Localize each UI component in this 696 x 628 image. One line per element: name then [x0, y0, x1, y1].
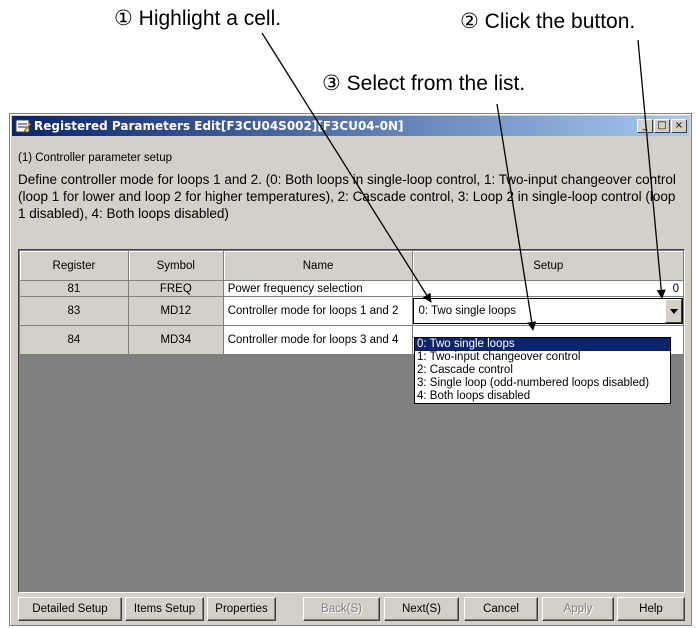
register-cell[interactable]: 83 [19, 296, 129, 326]
dropdown-button[interactable] [665, 299, 682, 323]
table-row[interactable]: 83 MD12 Controller mode for loops 1 and … [19, 296, 684, 326]
items-setup-button[interactable]: Items Setup [125, 597, 204, 621]
help-button[interactable]: Help [617, 597, 685, 621]
apply-button[interactable]: Apply [542, 597, 614, 621]
setup-combo-box[interactable]: 0: Two single loops [413, 298, 683, 324]
properties-button[interactable]: Properties [207, 597, 276, 621]
table-header-row: Register Symbol Name Setup [19, 250, 684, 281]
symbol-cell[interactable]: FREQ [127, 280, 224, 297]
detailed-setup-button[interactable]: Detailed Setup [18, 597, 122, 621]
table-row[interactable]: 81 FREQ Power frequency selection 0 [19, 280, 684, 297]
name-cell[interactable]: Controller mode for loops 1 and 2 [222, 296, 414, 326]
section-label: (1) Controller parameter setup [18, 152, 173, 164]
dropdown-option-selected[interactable]: 0: Two single loops [415, 338, 670, 351]
name-cell[interactable]: Power frequency selection [222, 280, 414, 297]
register-cell[interactable]: 84 [19, 325, 129, 355]
column-header-setup[interactable]: Setup [412, 250, 684, 281]
next-button[interactable]: Next(S) [384, 597, 459, 621]
setup-cell-selected[interactable]: 0: Two single loops [412, 296, 684, 326]
minimize-button[interactable]: _ [637, 119, 653, 133]
setup-value: 0 [672, 282, 679, 295]
register-cell[interactable]: 81 [19, 280, 129, 297]
dropdown-option[interactable]: 3: Single loop (odd-numbered loops disab… [415, 377, 670, 390]
dropdown-option[interactable]: 4: Both loops disabled [415, 390, 670, 403]
parameter-description: Define controller mode for loops 1 and 2… [18, 172, 676, 221]
setup-cell[interactable]: 0 [412, 280, 684, 297]
annotation-step3: ③ Select from the list. [322, 72, 526, 95]
close-button[interactable]: × [671, 119, 687, 133]
column-header-register[interactable]: Register [19, 250, 129, 281]
maximize-button[interactable]: □ [654, 119, 670, 133]
combo-value: 0: Two single loops [418, 305, 517, 317]
title-bar[interactable]: Registered Parameters Edit[F3CU04S002][F… [12, 116, 689, 136]
back-button[interactable]: Back(S) [303, 597, 380, 621]
annotation-step1: ① Highlight a cell. [114, 7, 282, 30]
annotation-step2: ② Click the button. [460, 10, 636, 33]
column-header-symbol[interactable]: Symbol [127, 250, 224, 281]
symbol-cell[interactable]: MD34 [127, 325, 224, 355]
app-icon [15, 119, 31, 133]
cancel-button[interactable]: Cancel [464, 597, 538, 621]
registered-parameters-window: Registered Parameters Edit[F3CU04S002][F… [9, 113, 692, 626]
dropdown-option[interactable]: 2: Cascade control [415, 364, 670, 377]
dropdown-list[interactable]: 0: Two single loops 1: Two-input changeo… [414, 337, 671, 404]
window-title: Registered Parameters Edit[F3CU04S002][F… [34, 119, 404, 133]
name-cell[interactable]: Controller mode for loops 3 and 4 [222, 325, 414, 355]
symbol-cell[interactable]: MD12 [127, 296, 224, 326]
parameter-grid: Register Symbol Name Setup 81 FREQ Power… [18, 249, 685, 593]
dropdown-option[interactable]: 1: Two-input changeover control [415, 351, 670, 364]
column-header-name[interactable]: Name [222, 250, 414, 281]
chevron-down-icon [670, 309, 678, 314]
